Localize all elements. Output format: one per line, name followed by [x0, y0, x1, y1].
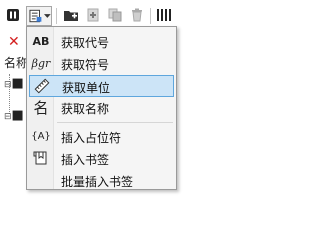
tree-node[interactable]: ⊟■ [4, 108, 24, 123]
menu-item-label: 获取代号 [61, 36, 110, 50]
copy-icon[interactable] [106, 4, 124, 26]
delete-icon[interactable] [128, 4, 146, 26]
menu-item-insert-bookmark[interactable]: 插入书签 [29, 148, 174, 170]
menu-item-get-unit[interactable]: 获取单位 [29, 75, 174, 97]
columns-icon[interactable] [154, 4, 176, 26]
menu-item-get-code[interactable]: AB 获取代号 [29, 31, 174, 53]
bookmark-icon [29, 148, 53, 168]
toolbar [0, 4, 238, 28]
menu-item-label: 批量插入书签 [61, 175, 134, 189]
tree-node[interactable]: ⊟■ [4, 76, 24, 91]
insert-field-menu: AB 获取代号 βgr 获取符号 获取单位 名 获取名称 {A} 插入占位符 插… [26, 26, 177, 190]
ruler-icon [30, 76, 54, 96]
menu-item-label: 获取单位 [62, 81, 111, 95]
close-icon[interactable]: ✕ [8, 34, 20, 50]
menu-item-label: 获取名称 [61, 102, 110, 116]
menu-item-get-name[interactable]: 名 获取名称 [29, 97, 174, 119]
toolbar-divider [56, 8, 57, 24]
name-column-label: 名称 [4, 56, 29, 70]
insert-field-dropdown[interactable] [26, 6, 52, 26]
placeholder-icon: {A} [31, 130, 51, 142]
menu-item-label: 获取符号 [61, 58, 110, 72]
beta-symbol-icon: βgr [31, 56, 51, 70]
new-folder-icon[interactable] [62, 4, 80, 26]
app-window: ✕ 名称 ⊟■ ⊟■ AB 获取代号 βgr 获取符号 获取单位 名 获取名称 … [0, 0, 238, 209]
menu-separator [57, 122, 173, 123]
name-char-icon: 名 [33, 98, 49, 117]
add-icon[interactable] [84, 4, 102, 26]
ab-icon: AB [32, 34, 50, 48]
menu-item-batch-insert-bookmark[interactable]: 批量插入书签 [29, 170, 174, 192]
batch-bookmark-icon [29, 170, 53, 190]
chevron-down-icon [44, 13, 51, 18]
menu-item-get-symbol[interactable]: βgr 获取符号 [29, 53, 174, 75]
menu-item-label: 插入书签 [61, 153, 110, 167]
bold-b-icon[interactable] [4, 4, 22, 26]
menu-item-insert-placeholder[interactable]: {A} 插入占位符 [29, 126, 174, 148]
insert-field-icon [29, 9, 42, 23]
toolbar-divider [150, 8, 151, 24]
menu-item-label: 插入占位符 [61, 131, 122, 145]
